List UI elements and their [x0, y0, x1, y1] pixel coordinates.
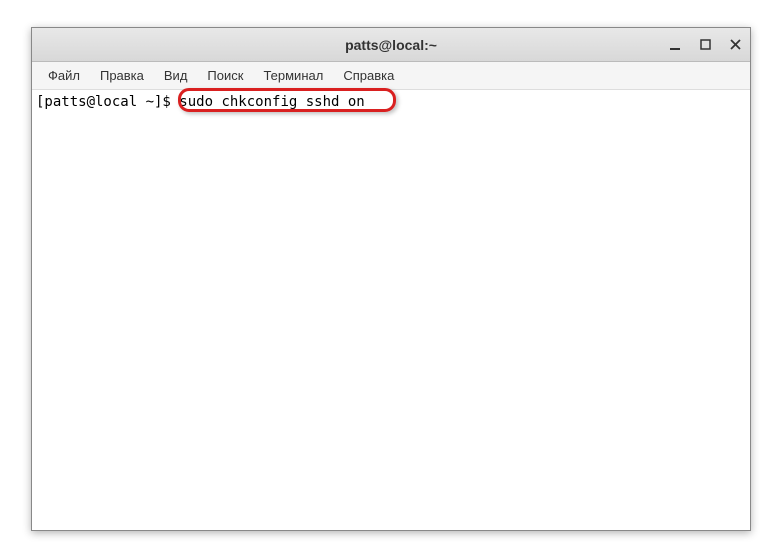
menu-search[interactable]: Поиск — [197, 64, 253, 87]
terminal-line: [patts@local ~]$ sudo chkconfig sshd on — [36, 92, 746, 112]
terminal-window: patts@local:~ Файл Правка Вид — [31, 27, 751, 531]
window-title: patts@local:~ — [345, 37, 437, 53]
close-icon — [730, 39, 741, 50]
minimize-icon — [669, 39, 681, 51]
close-button[interactable] — [726, 36, 744, 54]
window-controls — [666, 28, 744, 61]
menu-file[interactable]: Файл — [38, 64, 90, 87]
minimize-button[interactable] — [666, 36, 684, 54]
prompt-text: [patts@local ~]$ — [36, 94, 179, 110]
menu-help[interactable]: Справка — [333, 64, 404, 87]
titlebar: patts@local:~ — [32, 28, 750, 62]
maximize-button[interactable] — [696, 36, 714, 54]
menu-edit[interactable]: Правка — [90, 64, 154, 87]
command-text: sudo chkconfig sshd on — [179, 94, 364, 110]
menu-terminal[interactable]: Терминал — [253, 64, 333, 87]
menu-view[interactable]: Вид — [154, 64, 198, 87]
maximize-icon — [700, 39, 711, 50]
terminal-body[interactable]: [patts@local ~]$ sudo chkconfig sshd on — [32, 90, 750, 530]
menubar: Файл Правка Вид Поиск Терминал Справка — [32, 62, 750, 90]
